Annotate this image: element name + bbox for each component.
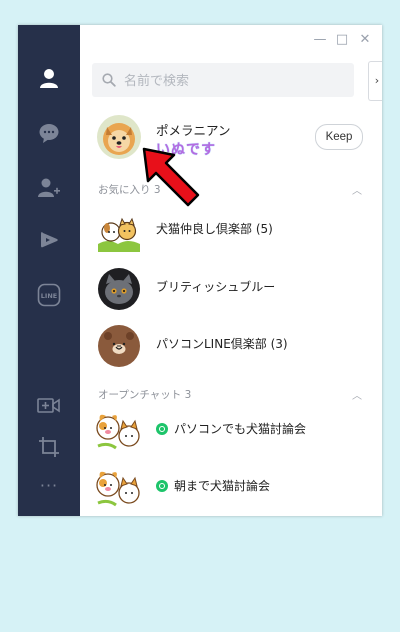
open-chat-icon <box>156 480 168 492</box>
list-item[interactable]: パソコンLINE倶楽部 (3) <box>80 317 382 373</box>
main-panel: — □ ✕ › <box>80 25 382 516</box>
minimize-button[interactable]: — <box>313 33 327 47</box>
add-friend-icon[interactable] <box>34 173 64 203</box>
line-logo-text: LINE <box>41 292 57 300</box>
avatar <box>94 406 142 454</box>
favorites-header[interactable]: お気に入り 3 <box>98 182 161 197</box>
avatar <box>98 325 140 367</box>
list-item-name: ブリティッシュブルー <box>156 280 276 294</box>
search-icon <box>102 73 116 87</box>
open-chat-icon <box>156 423 168 435</box>
maximize-button[interactable]: □ <box>335 33 349 47</box>
list-item-name: 犬猫仲良し倶楽部 (5) <box>156 222 273 236</box>
open-chat-title: 朝まで犬猫討論会 <box>174 479 271 493</box>
close-button[interactable]: ✕ <box>358 33 372 47</box>
list-item-name: パソコンでも犬猫討論会 <box>156 420 306 437</box>
profile-avatar[interactable] <box>97 115 141 159</box>
list-item-name: 朝まで犬猫討論会 <box>156 477 270 494</box>
play-icon[interactable] <box>34 225 64 255</box>
list-item[interactable]: 犬猫仲良し倶楽部 (5) <box>80 202 382 258</box>
open-chats-collapse-icon[interactable]: ︿ <box>352 387 362 402</box>
favorites-collapse-icon[interactable]: ︿ <box>352 182 362 197</box>
list-item[interactable]: 朝まで犬猫討論会 <box>80 459 382 515</box>
chat-bubble-icon[interactable] <box>34 118 64 148</box>
search-input[interactable] <box>122 63 346 99</box>
ellipsis-icon[interactable]: ··· <box>34 470 64 500</box>
open-chats-header[interactable]: オープンチャット 3 <box>98 387 191 402</box>
line-logo-icon[interactable]: LINE <box>34 280 64 310</box>
crop-icon[interactable] <box>34 432 64 462</box>
avatar <box>98 210 140 252</box>
open-chat-title: パソコンでも犬猫討論会 <box>174 422 307 436</box>
sidebar: LINE ··· <box>18 25 80 516</box>
avatar <box>98 268 140 310</box>
expand-panel-tab[interactable]: › <box>368 61 382 101</box>
keep-button[interactable]: Keep <box>315 124 363 150</box>
person-icon[interactable] <box>34 63 64 93</box>
line-app-window: LINE ··· — □ ✕ 名前で検索 › ポメラニアン いぬです Keep … <box>18 25 382 516</box>
search-box[interactable] <box>92 63 354 99</box>
list-item[interactable]: パソコンでも犬猫討論会 <box>80 402 382 458</box>
list-item-name: パソコンLINE倶楽部 (3) <box>156 337 288 351</box>
profile-name: ポメラニアン <box>156 123 231 138</box>
avatar <box>94 463 142 511</box>
video-plus-icon[interactable] <box>34 391 64 421</box>
list-item[interactable]: ブリティッシュブルー <box>80 260 382 316</box>
